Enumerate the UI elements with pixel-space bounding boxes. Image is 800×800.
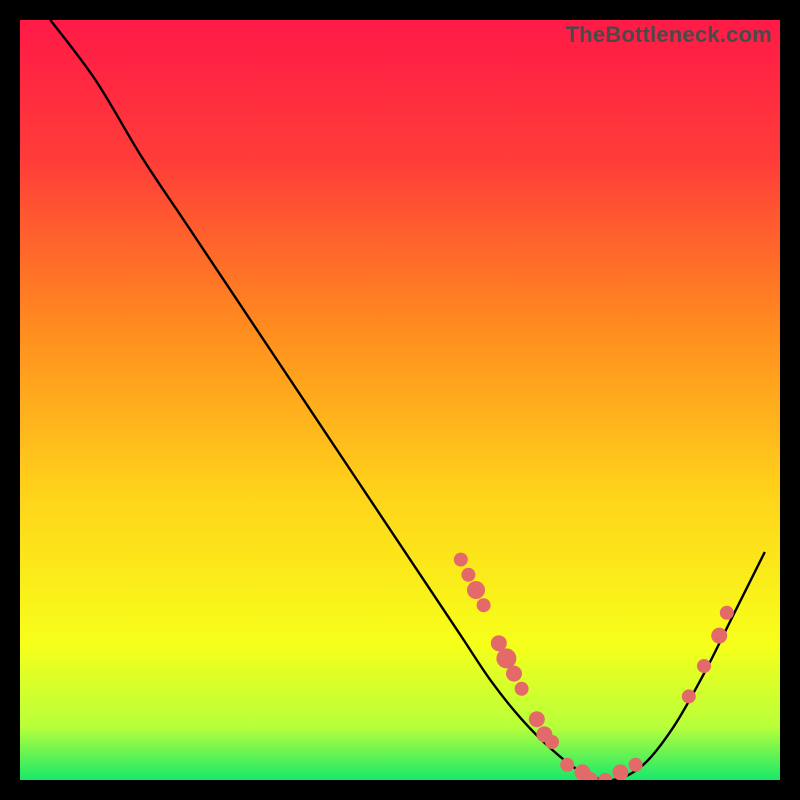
- sample-point: [529, 711, 545, 727]
- sample-point: [629, 758, 643, 772]
- watermark-text: TheBottleneck.com: [566, 22, 772, 48]
- sample-point: [461, 568, 475, 582]
- chart-frame: TheBottleneck.com: [20, 20, 780, 780]
- chart-svg: [20, 20, 780, 780]
- sample-point: [477, 598, 491, 612]
- sample-point: [711, 628, 727, 644]
- sample-point: [682, 689, 696, 703]
- sample-point: [454, 553, 468, 567]
- sample-point: [560, 758, 574, 772]
- sample-point: [467, 581, 485, 599]
- sample-point: [506, 666, 522, 682]
- sample-point: [496, 648, 516, 668]
- sample-point: [515, 682, 529, 696]
- sample-point: [545, 735, 559, 749]
- sample-point: [720, 606, 734, 620]
- sample-point: [697, 659, 711, 673]
- sample-point: [612, 764, 628, 780]
- gradient-background: [20, 20, 780, 780]
